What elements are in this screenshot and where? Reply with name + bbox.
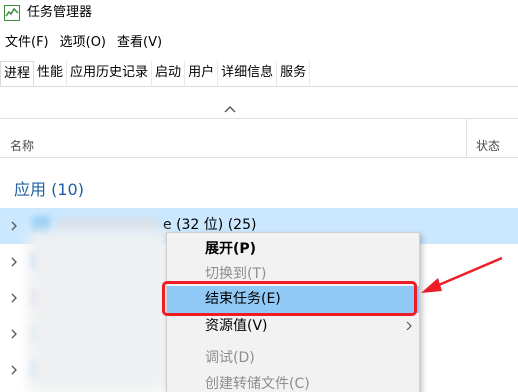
menu-item-create-dump-label: 创建转储文件(C) (205, 376, 310, 392)
task-manager-icon (4, 5, 20, 21)
tab-bar: 进程 性能 应用历史记录 启动 用户 详细信息 服务 (0, 61, 311, 87)
menu-item-expand[interactable]: 展开(P) (167, 236, 419, 263)
tab-details[interactable]: 详细信息 (218, 61, 278, 87)
chevron-right-icon[interactable] (9, 328, 19, 340)
menu-file[interactable]: 文件(F) (0, 32, 55, 54)
tab-services[interactable]: 服务 (277, 61, 311, 87)
column-header-status[interactable]: 状态 (476, 137, 500, 154)
window-title: 任务管理器 (27, 5, 93, 20)
menu-options[interactable]: 选项(O) (55, 32, 112, 54)
chevron-right-icon[interactable] (9, 256, 19, 268)
menu-bar: 文件(F) 选项(O) 查看(V) (0, 32, 168, 54)
menu-item-resource-values-label: 资源值(V) (205, 318, 268, 334)
chevron-right-icon[interactable] (9, 220, 19, 232)
tab-users[interactable]: 用户 (185, 61, 219, 87)
tab-performance[interactable]: 性能 (34, 61, 68, 87)
tab-divider (0, 86, 518, 87)
chevron-up-icon[interactable] (223, 104, 237, 114)
tab-processes[interactable]: 进程 (0, 61, 35, 87)
chevron-right-icon[interactable] (9, 292, 19, 304)
menu-item-debug[interactable]: 调试(D) (167, 345, 419, 372)
blurred-process-names (28, 230, 168, 392)
group-header-apps: 应用 (10) (14, 180, 84, 199)
tab-app-history[interactable]: 应用历史记录 (67, 61, 153, 87)
tab-startup[interactable]: 启动 (152, 61, 186, 87)
menu-item-expand-label: 展开(P) (205, 241, 257, 257)
menu-view[interactable]: 查看(V) (112, 32, 168, 54)
chevron-right-icon[interactable] (9, 364, 19, 376)
column-header-row: 名称 状态 (0, 118, 518, 158)
title-bar: 任务管理器 (0, 0, 518, 28)
annotation-arrow-icon (421, 256, 503, 293)
submenu-arrow-icon (406, 321, 412, 331)
menu-item-create-dump[interactable]: 创建转储文件(C) (167, 371, 419, 392)
column-header-name[interactable]: 名称 (10, 137, 34, 154)
menu-item-resource-values[interactable]: 资源值(V) (167, 313, 419, 340)
annotation-highlight-box (162, 281, 417, 316)
menu-item-debug-label: 调试(D) (205, 350, 255, 366)
column-divider[interactable] (466, 119, 467, 157)
